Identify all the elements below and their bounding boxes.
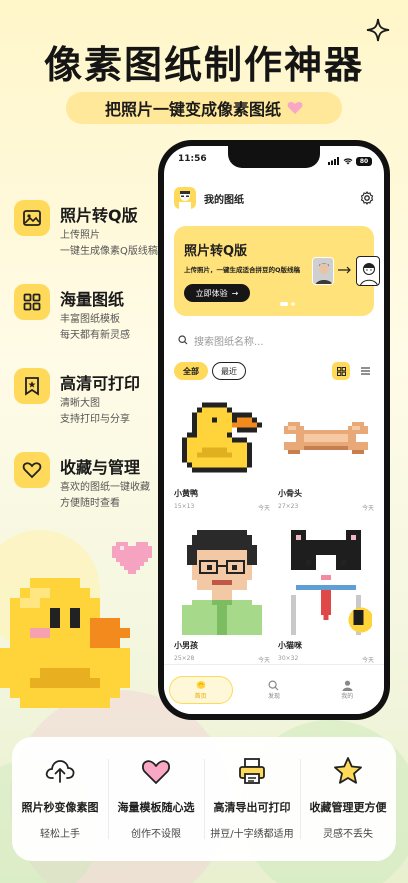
search-icon	[178, 335, 188, 345]
app-title: 我的图纸	[204, 194, 244, 206]
filter-bar: 全部 最近	[174, 361, 374, 381]
subtitle-pill: 把照片一键变成像素图纸	[66, 92, 342, 124]
feature-desc: 上传照片 一键生成像素Q版线稿	[60, 230, 158, 257]
bottom-feature-title: 高清导出可打印	[213, 801, 291, 814]
tab-profile[interactable]: 我的	[315, 676, 379, 704]
pixel-duck-decoration	[0, 578, 130, 708]
bottom-feature: 高清导出可打印 拼豆/十字绣都适用	[204, 737, 300, 861]
bottom-feature: 海量模板随心选 创作不设限	[108, 737, 204, 861]
grid-icon	[14, 284, 50, 320]
list-view-icon[interactable]	[356, 362, 374, 380]
pattern-card[interactable]: 小黄鸭 15×13 今天	[174, 396, 270, 512]
upload-icon	[45, 760, 75, 783]
page-title: 像素图纸制作神器	[43, 43, 364, 87]
printer-icon	[239, 758, 265, 784]
search-placeholder: 搜索图纸名称...	[194, 336, 264, 348]
feature-desc: 清晰大图 支持打印与分享	[60, 398, 130, 425]
bottom-feature: 收藏管理更方便 灵感不丢失	[300, 737, 396, 861]
heart-icon	[287, 101, 303, 114]
feature-title: 收藏与管理	[60, 458, 141, 477]
status-bar: 11:56 80	[178, 154, 372, 168]
tab-discover[interactable]: 发现	[242, 676, 306, 704]
app-header: 我的图纸	[174, 186, 374, 210]
card-name: 小黄鸭	[174, 489, 198, 498]
wifi-icon	[343, 158, 353, 165]
banner-pagination	[280, 302, 295, 306]
arrow-right-icon: →	[231, 288, 239, 298]
bottom-feature-panel: 照片秒变像素图 轻松上手 海量模板随心选 创作不设限 高清导出可打印 拼豆/十字…	[12, 737, 396, 861]
pattern-thumbnail-bone	[278, 396, 374, 484]
tab-home[interactable]: 首页	[168, 675, 233, 704]
arrow-right-icon	[338, 266, 351, 274]
try-now-label: 立即体验	[195, 288, 228, 298]
search-icon	[268, 679, 279, 690]
promo-banner[interactable]: 照片转Q版 上传照片，一键生成适合拼豆的Q版线稿 立即体验 →	[174, 226, 380, 316]
signal-icon	[328, 157, 339, 165]
pattern-thumbnail-boy	[174, 524, 270, 636]
bottom-feature-sub: 拼豆/十字绣都适用	[210, 829, 294, 840]
status-icons: 80	[328, 154, 372, 168]
card-meta: 25×28 今天	[174, 655, 270, 664]
image-icon	[14, 200, 50, 236]
pattern-card[interactable]: 小骨头 27×23 今天	[278, 396, 374, 512]
heart-icon	[14, 452, 50, 488]
try-now-button[interactable]: 立即体验 →	[184, 284, 250, 302]
search-input[interactable]: 搜索图纸名称...	[178, 330, 370, 350]
bottom-feature-sub: 创作不设限	[131, 829, 181, 840]
pattern-card[interactable]: 小男孩 25×28 今天	[174, 524, 270, 664]
bottom-feature-title: 收藏管理更方便	[309, 801, 387, 814]
pattern-thumbnail-duck	[174, 396, 270, 484]
bookmark-star-icon	[14, 368, 50, 404]
gear-icon[interactable]	[360, 191, 374, 205]
bottom-feature-title: 照片秒变像素图	[21, 801, 99, 814]
phone-mockup: 11:56 80 我的图纸 照片转Q版 上传照片，一键生成适合拼豆的Q版线稿 立…	[158, 140, 390, 720]
card-name: 小骨头	[278, 489, 302, 498]
sample-photo-thumbnail	[312, 257, 334, 285]
pixel-heart-decoration	[112, 542, 152, 574]
avatar[interactable]	[174, 187, 196, 209]
feature-title: 照片转Q版	[60, 206, 138, 225]
bottom-feature-sub: 灵感不丢失	[323, 829, 373, 840]
filter-recent[interactable]: 最近	[212, 362, 246, 380]
pattern-thumbnail-cat	[278, 524, 374, 636]
feature-title: 高清可打印	[60, 374, 141, 393]
bottom-feature-title: 海量模板随心选	[117, 801, 195, 814]
phone-screen: 11:56 80 我的图纸 照片转Q版 上传照片，一键生成适合拼豆的Q版线稿 立…	[164, 146, 384, 714]
feature-title: 海量图纸	[60, 290, 125, 309]
tab-label: 首页	[194, 692, 207, 700]
star-icon	[334, 757, 362, 784]
feature-desc: 丰富图纸模板 每天都有新灵感	[60, 314, 130, 341]
bottom-feature-sub: 轻松上手	[40, 829, 80, 840]
battery-indicator: 80	[356, 156, 372, 166]
card-meta: 30×32 今天	[278, 655, 374, 664]
banner-title: 照片转Q版	[184, 244, 248, 259]
sparkle-icon	[366, 18, 390, 42]
card-meta: 15×13 今天	[174, 503, 270, 512]
subtitle-text: 把照片一键变成像素图纸	[104, 100, 281, 119]
tab-label: 发现	[267, 692, 280, 700]
heart-icon	[142, 760, 170, 784]
grid-view-icon[interactable]	[332, 362, 350, 380]
feature-desc: 喜欢的图纸一键收藏 方便随时查看	[60, 482, 150, 509]
user-icon	[342, 680, 353, 691]
card-name: 小男孩	[174, 641, 198, 650]
pattern-card[interactable]: 小猫咪 30×32 今天	[278, 524, 374, 664]
bottom-feature: 照片秒变像素图 轻松上手	[12, 737, 108, 861]
filter-all[interactable]: 全部	[174, 362, 208, 380]
home-icon	[196, 680, 205, 689]
sample-sketch-thumbnail	[356, 256, 380, 286]
card-name: 小猫咪	[278, 641, 302, 650]
view-toggle	[332, 362, 374, 380]
tab-bar: 首页 发现 我的	[164, 664, 384, 714]
banner-desc: 上传照片，一键生成适合拼豆的Q版线稿	[184, 266, 301, 274]
tab-label: 我的	[341, 692, 354, 700]
card-meta: 27×23 今天	[278, 503, 374, 512]
status-time: 11:56	[178, 154, 207, 164]
